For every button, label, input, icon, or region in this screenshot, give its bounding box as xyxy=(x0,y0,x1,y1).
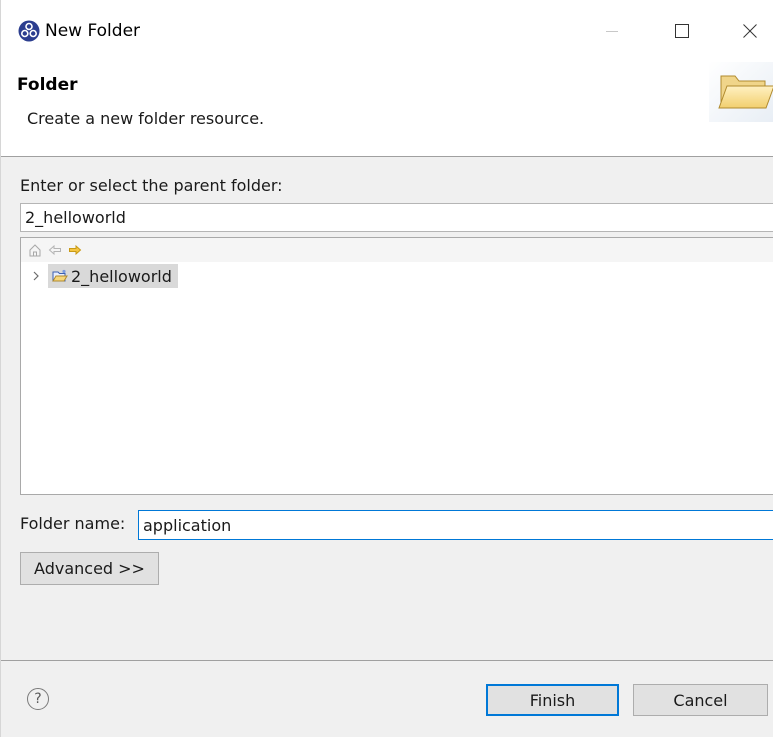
close-button[interactable] xyxy=(727,10,773,52)
banner-description: Create a new folder resource. xyxy=(27,109,265,128)
folder-tree[interactable]: 2_helloworld xyxy=(20,237,773,495)
maximize-button[interactable] xyxy=(659,10,705,52)
window-title: New Folder xyxy=(45,21,141,41)
folder-wizard-banner-icon xyxy=(709,62,773,122)
help-icon: ? xyxy=(34,691,42,707)
advanced-button[interactable]: Advanced >> xyxy=(20,552,159,585)
tree-toolbar xyxy=(21,238,773,262)
folder-name-input[interactable] xyxy=(138,510,773,540)
tree-item-label: 2_helloworld xyxy=(71,266,172,286)
minimize-icon xyxy=(606,31,618,32)
title-bar: New Folder xyxy=(1,0,773,62)
cancel-button[interactable]: Cancel xyxy=(633,684,768,716)
close-icon xyxy=(743,24,757,38)
parent-folder-input[interactable] xyxy=(20,203,773,232)
button-bar-separator xyxy=(1,660,773,661)
tree-item-2-helloworld[interactable]: 2_helloworld xyxy=(48,264,178,288)
forward-arrow-icon xyxy=(69,244,82,256)
wizard-banner: Folder Create a new folder resource. xyxy=(1,62,773,157)
forward-button[interactable] xyxy=(67,242,83,258)
back-button[interactable] xyxy=(47,242,63,258)
maximize-icon xyxy=(675,24,689,38)
eclipse-app-icon xyxy=(18,20,40,42)
tree-item-row[interactable]: 2_helloworld xyxy=(21,264,773,288)
chevron-right-icon xyxy=(33,271,39,281)
new-folder-dialog: New Folder Folder Create a new folder re… xyxy=(0,0,773,737)
folder-name-label: Folder name: xyxy=(20,514,126,533)
help-button[interactable]: ? xyxy=(27,688,49,710)
back-arrow-icon xyxy=(48,244,61,256)
home-icon xyxy=(29,244,41,257)
parent-folder-label: Enter or select the parent folder: xyxy=(20,176,283,195)
banner-title: Folder xyxy=(17,75,78,95)
finish-button[interactable]: Finish xyxy=(486,684,619,716)
tree-expander[interactable] xyxy=(29,267,43,285)
minimize-button[interactable] xyxy=(589,10,635,52)
home-button[interactable] xyxy=(27,242,43,258)
open-project-icon xyxy=(52,269,68,282)
